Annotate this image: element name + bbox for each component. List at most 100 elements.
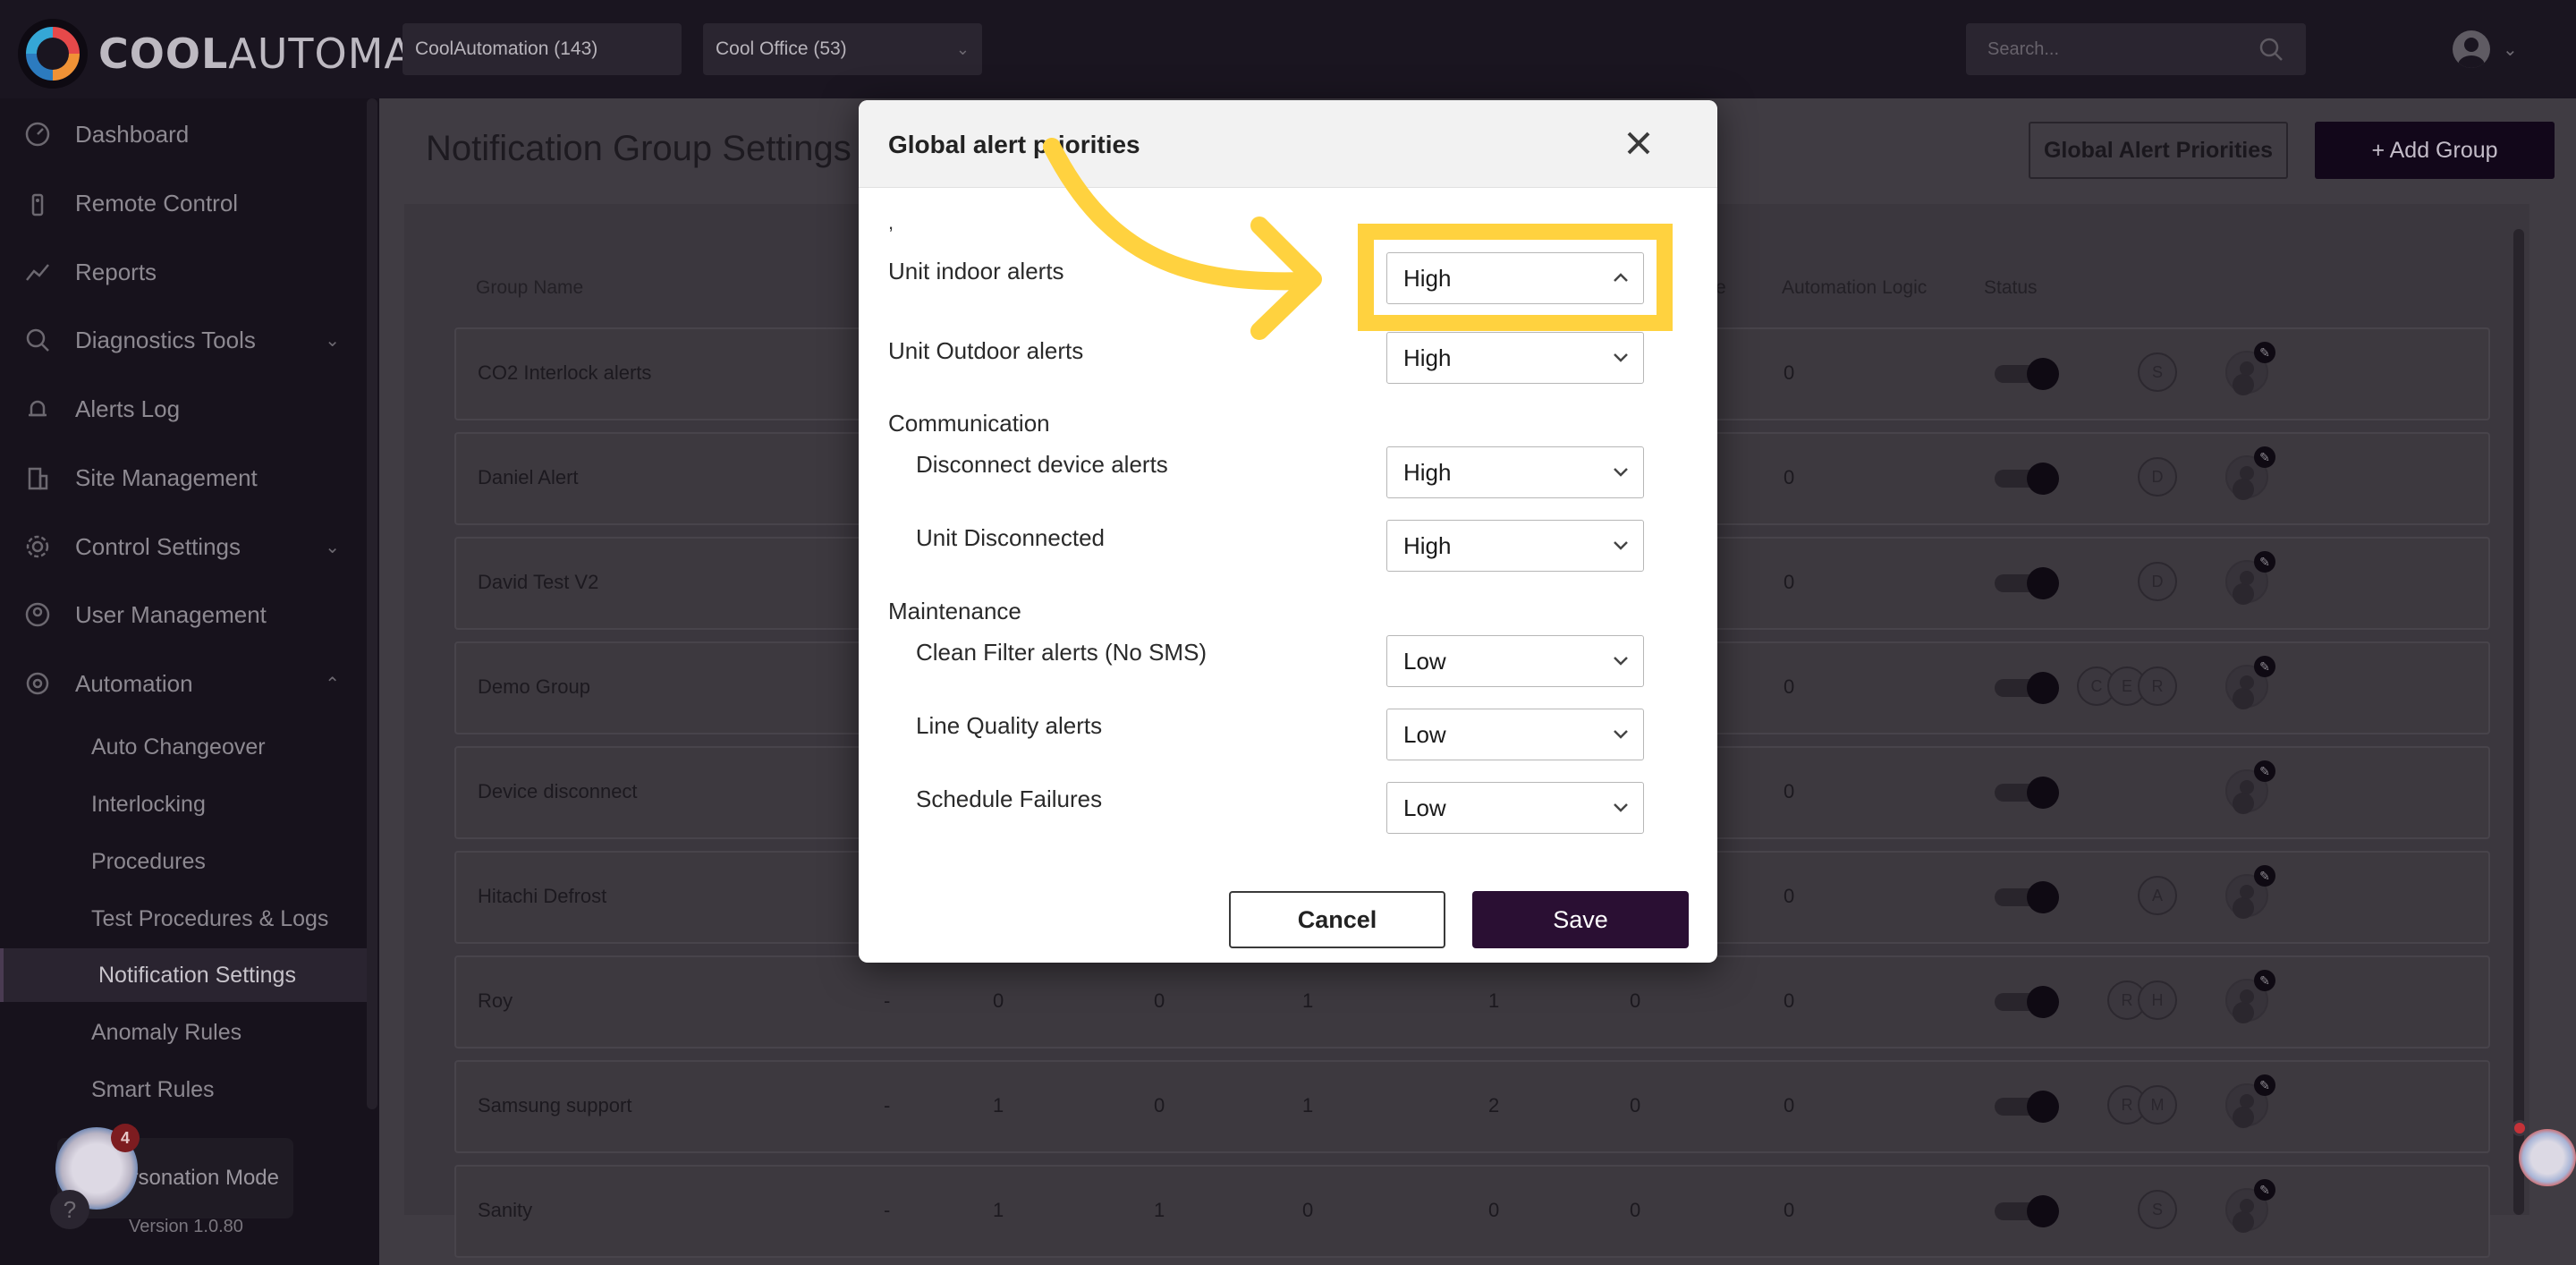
global-alert-priorities-dialog: Global alert priorities , Unit indoor al…	[859, 100, 1717, 963]
count-cell: 0	[1630, 1199, 1641, 1221]
automation-logic-cell: 0	[1784, 675, 1795, 698]
edit-icon[interactable]: ✎	[2254, 865, 2275, 887]
count-cell: 0	[1154, 989, 1165, 1012]
status-toggle[interactable]	[1995, 1193, 2059, 1229]
column-header-status[interactable]: Status	[1984, 277, 2038, 299]
member-avatar: R	[2138, 666, 2177, 706]
logo-ring-icon	[18, 19, 88, 89]
chevron-down-icon: ⌄	[955, 39, 970, 58]
sidebar-item-user-management[interactable]: User Management	[0, 588, 367, 641]
sidebar-subitem-notification-settings[interactable]: Notification Settings	[0, 948, 367, 1002]
status-dot	[2512, 1120, 2528, 1136]
table-row[interactable]	[454, 1060, 2490, 1153]
status-toggle[interactable]	[1995, 1089, 2059, 1125]
user-menu[interactable]: ⌄	[2453, 30, 2518, 68]
status-toggle[interactable]	[1995, 670, 2059, 706]
group-name-cell: Roy	[478, 989, 513, 1012]
sidebar-item-dashboard[interactable]: Dashboard	[0, 107, 367, 161]
section-communication: Communication	[888, 410, 1050, 437]
edit-icon[interactable]: ✎	[2254, 1074, 2275, 1096]
table-row[interactable]	[454, 955, 2490, 1049]
priority-select-line-quality-alerts[interactable]: Low	[1386, 709, 1644, 760]
edit-icon[interactable]: ✎	[2254, 1179, 2275, 1201]
building-icon	[20, 460, 55, 496]
gear-icon	[20, 529, 55, 565]
edit-icon[interactable]: ✎	[2254, 656, 2275, 677]
member-avatar: H	[2138, 981, 2177, 1020]
group-name-cell: David Test V2	[478, 571, 599, 593]
status-toggle[interactable]	[1995, 356, 2059, 392]
edit-icon[interactable]: ✎	[2254, 970, 2275, 991]
assistant-launcher-icon[interactable]	[2519, 1129, 2576, 1186]
status-toggle[interactable]	[1995, 461, 2059, 497]
global-alert-priorities-button[interactable]: Global Alert Priorities	[2029, 122, 2288, 179]
status-toggle[interactable]	[1995, 775, 2059, 811]
sidebar-subitem-test-procedures[interactable]: Test Procedures & Logs	[0, 892, 367, 946]
label-disconnect-device-alerts: Disconnect device alerts	[916, 451, 1168, 478]
status-toggle[interactable]	[1995, 879, 2059, 915]
search-input[interactable]: Search...	[1966, 23, 2306, 75]
close-icon[interactable]	[1615, 120, 1662, 166]
sidebar-subitem-procedures[interactable]: Procedures	[0, 835, 367, 888]
sidebar-item-alerts-log[interactable]: Alerts Log	[0, 382, 367, 436]
chart-line-icon	[20, 254, 55, 290]
label-schedule-failures: Schedule Failures	[916, 785, 1103, 812]
column-header-automation-logic[interactable]: Automation Logic	[1782, 277, 1927, 299]
sidebar-subitem-interlocking[interactable]: Interlocking	[0, 777, 367, 831]
priority-select-unit-disconnected[interactable]: High	[1386, 520, 1644, 572]
cancel-button[interactable]: Cancel	[1229, 891, 1445, 948]
priority-select-unit-outdoor-alerts[interactable]: High	[1386, 332, 1644, 384]
priority-select-clean-filter-alerts[interactable]: Low	[1386, 635, 1644, 687]
site-select[interactable]: Cool Office (53) ⌄	[703, 23, 982, 75]
sidebar-item-site-management[interactable]: Site Management	[0, 451, 367, 505]
automation-logic-cell: 0	[1784, 361, 1795, 384]
panel-scrollbar[interactable]	[2513, 229, 2524, 1215]
sidebar-item-label: Remote Control	[75, 189, 239, 216]
count-cell: -	[884, 989, 891, 1012]
sidebar-subitem-smart-rules[interactable]: Smart Rules	[0, 1063, 367, 1116]
chevron-down-icon: ⌄	[325, 537, 340, 557]
sidebar-item-reports[interactable]: Reports	[0, 245, 367, 299]
edit-icon[interactable]: ✎	[2254, 760, 2275, 782]
add-group-button[interactable]: + Add Group	[2315, 122, 2555, 179]
sidebar-item-diagnostics-tools[interactable]: Diagnostics Tools ⌄	[0, 313, 367, 367]
sidebar-subitem-anomaly-rules[interactable]: Anomaly Rules	[0, 1006, 367, 1059]
priority-select-schedule-failures[interactable]: Low	[1386, 782, 1644, 834]
app-version: Version 1.0.80	[129, 1217, 243, 1236]
sidebar-item-remote-control[interactable]: Remote Control	[0, 176, 367, 230]
customer-select[interactable]: CoolAutomation (143)	[402, 23, 682, 75]
automation-logic-cell: 0	[1784, 1199, 1795, 1221]
count-cell: 1	[993, 1094, 1004, 1116]
user-avatar-icon	[2453, 30, 2490, 68]
count-cell: 1	[993, 1199, 1004, 1221]
group-name-cell: Samsung support	[478, 1094, 632, 1116]
group-name-cell: Demo Group	[478, 675, 590, 698]
save-button[interactable]: Save	[1472, 891, 1689, 948]
search-icon	[2259, 38, 2283, 61]
column-header-group-name[interactable]: Group Name	[476, 277, 583, 299]
label-clean-filter-alerts: Clean Filter alerts (No SMS)	[916, 639, 1208, 666]
label-line-quality-alerts: Line Quality alerts	[916, 712, 1103, 739]
sidebar-scrollbar[interactable]	[367, 98, 377, 1109]
count-cell: 0	[1154, 1094, 1165, 1116]
status-toggle[interactable]	[1995, 565, 2059, 601]
sidebar-item-automation[interactable]: Automation ⌃	[0, 657, 367, 710]
sidebar-item-control-settings[interactable]: Control Settings ⌄	[0, 520, 367, 573]
select-value: Low	[1403, 720, 1446, 748]
status-toggle[interactable]	[1995, 984, 2059, 1020]
priority-select-disconnect-device-alerts[interactable]: High	[1386, 446, 1644, 498]
group-name-cell: CO2 Interlock alerts	[478, 361, 652, 384]
sidebar-subitem-auto-changeover[interactable]: Auto Changeover	[0, 720, 367, 774]
table-row[interactable]	[454, 1165, 2490, 1258]
edit-icon[interactable]: ✎	[2254, 342, 2275, 363]
select-value: High	[1403, 531, 1452, 559]
help-icon[interactable]: ?	[50, 1190, 89, 1229]
chevron-down-icon	[1614, 657, 1628, 666]
count-cell: 2	[1488, 1094, 1500, 1116]
sidebar-item-label: Reports	[75, 258, 157, 285]
count-cell: 0	[993, 989, 1004, 1012]
edit-icon[interactable]: ✎	[2254, 551, 2275, 573]
impersonation-label: rsonation Mode	[131, 1166, 279, 1190]
edit-icon[interactable]: ✎	[2254, 446, 2275, 468]
chevron-down-icon	[1614, 541, 1628, 550]
